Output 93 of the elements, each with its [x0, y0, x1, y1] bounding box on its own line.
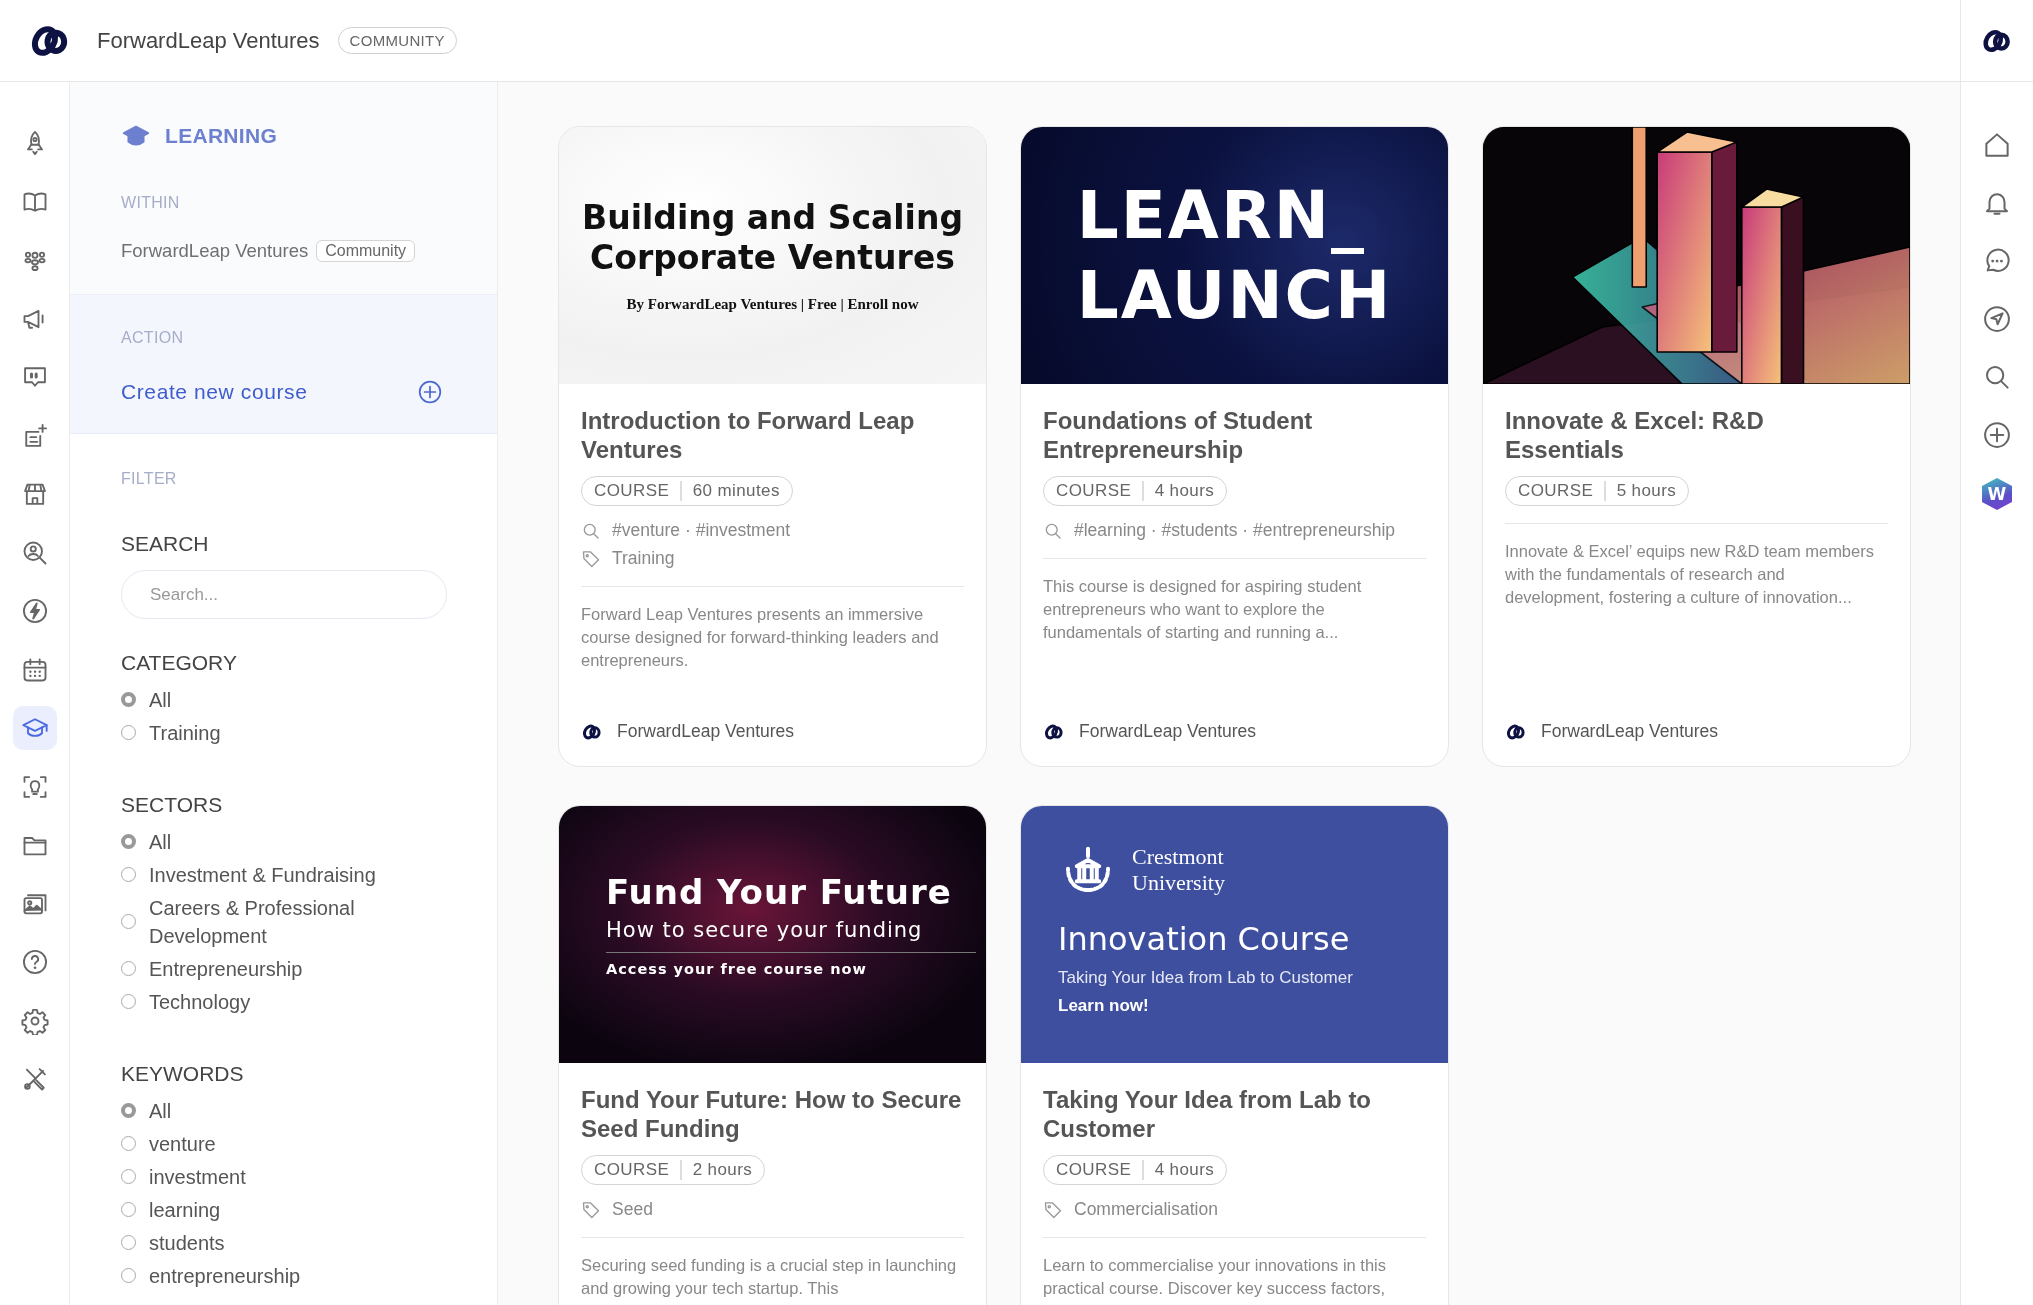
radio-icon[interactable]	[121, 1268, 136, 1283]
course-keywords: #learning · #students · #entrepreneurship	[1074, 520, 1396, 541]
radio-icon[interactable]	[121, 1103, 136, 1118]
action-label: ACTION	[121, 329, 185, 347]
course-title[interactable]: Foundations of Student Entrepreneurship	[1043, 406, 1426, 464]
cover-subheading: Taking Your Idea from Lab to Customer	[1058, 968, 1354, 988]
search-label: SEARCH	[121, 532, 210, 556]
filter-group-title: KEYWORDS	[121, 1062, 245, 1086]
send-icon[interactable]	[1982, 304, 2012, 334]
course-type: COURSE	[1518, 481, 1594, 501]
filter-group-title: CATEGORY	[121, 651, 238, 675]
add-icon[interactable]	[1982, 420, 2012, 450]
course-description: Learn to commercialise your innovations in this practical course. Discover key success factors,	[1043, 1255, 1387, 1299]
community-badge: Community	[316, 240, 416, 262]
course-type: COURSE	[1056, 1160, 1132, 1180]
filter-option[interactable]: Careers & Professional Development	[121, 891, 457, 952]
community-name: ForwardLeap Ventures	[121, 240, 309, 262]
course-card[interactable]	[1020, 126, 1449, 767]
author-name: ForwardLeap Ventures	[1079, 721, 1257, 742]
organization-name: ForwardLeap Ventures	[97, 27, 320, 54]
course-type: COURSE	[594, 1160, 670, 1180]
filter-option[interactable]: learning	[121, 1193, 457, 1226]
course-title[interactable]: Innovate & Excel: R&D Essentials	[1505, 406, 1888, 464]
gear-icon	[20, 1006, 49, 1035]
cover-byline: By ForwardLeap Ventures | Free | Enroll now	[626, 296, 919, 313]
help-icon	[20, 948, 49, 976]
course-card[interactable]	[1482, 126, 1911, 767]
university-name: Crestmont University	[1132, 844, 1226, 896]
radio-icon[interactable]	[121, 692, 136, 707]
course-duration: 5 hours	[1616, 481, 1677, 501]
course-description: Securing seed funding is a crucial step in launching and growing your tech startup. This	[581, 1255, 958, 1299]
radio-icon[interactable]	[121, 994, 136, 1009]
course-type: COURSE	[594, 481, 670, 501]
radio-icon[interactable]	[121, 1202, 136, 1217]
filter-option[interactable]: All	[121, 683, 457, 716]
course-category: Commercialisation	[1074, 1199, 1218, 1220]
cover-link: Learn now!	[1058, 996, 1150, 1016]
course-description: Forward Leap Ventures presents an immersive course designed for forward-thinking leaders and entrepreneurs.	[581, 604, 940, 671]
filter-option[interactable]: students	[121, 1226, 457, 1259]
course-description: This course is designed for aspiring student entrepreneurs who want to explore the fundamentals of starting and running a...	[1043, 576, 1363, 643]
radio-icon[interactable]	[121, 1169, 136, 1184]
search-field[interactable]: Search...	[121, 570, 447, 619]
filter-group-title: SECTORS	[121, 793, 224, 817]
course-keywords: #venture · #investment	[612, 520, 790, 541]
course-category: Training	[612, 548, 675, 569]
radio-icon[interactable]	[121, 867, 136, 882]
radio-icon[interactable]	[121, 961, 136, 976]
radio-icon[interactable]	[121, 834, 136, 849]
cover-heading: Innovation Course	[1058, 920, 1351, 958]
section-title: LEARNING	[165, 124, 278, 148]
radio-icon[interactable]	[121, 725, 136, 740]
plus-circle-icon	[417, 379, 443, 405]
create-course-link[interactable]: Create new course	[121, 379, 457, 405]
filter-option[interactable]: entrepreneurship	[121, 1259, 457, 1292]
cover-heading: Building and Scaling Corporate Ventures	[581, 198, 964, 278]
course-title[interactable]: Taking Your Idea from Lab to Customer	[1043, 1085, 1426, 1143]
course-duration: 4 hours	[1154, 1160, 1215, 1180]
filter-option[interactable]: Training	[121, 716, 457, 749]
app-badge[interactable]: W	[1982, 478, 2012, 510]
course-title[interactable]: Fund Your Future: How to Secure Seed Funding	[581, 1085, 964, 1143]
filter-option[interactable]: venture	[121, 1127, 457, 1160]
course-duration: 60 minutes	[692, 481, 780, 501]
author-name: ForwardLeap Ventures	[617, 721, 795, 742]
cover-heading: Fund Your Future	[606, 872, 953, 912]
filter-option[interactable]: investment	[121, 1160, 457, 1193]
course-type: COURSE	[1056, 481, 1132, 501]
lightning-icon	[20, 597, 49, 625]
radio-icon[interactable]	[121, 1235, 136, 1250]
cover-subheading: How to secure your funding	[606, 918, 976, 953]
tag-icon	[1043, 1199, 1063, 1220]
course-title[interactable]: Introduction to Forward Leap Ventures	[581, 406, 964, 464]
radio-icon[interactable]	[121, 1136, 136, 1151]
course-card[interactable]	[558, 805, 987, 1305]
filter-option[interactable]: Entrepreneurship	[121, 952, 457, 985]
course-duration: 2 hours	[692, 1160, 753, 1180]
filter-option[interactable]: All	[121, 1094, 457, 1127]
filter-option[interactable]: All	[121, 825, 457, 858]
cover-byline: Access your free course now	[606, 961, 868, 977]
tag-icon	[581, 548, 601, 569]
course-description: Innovate & Excel’ equips new R&D team members with the fundamentals of research and development, fostering a culture of innovation...	[1505, 541, 1875, 608]
graduation-cap-nav-button[interactable]	[12, 706, 57, 750]
within-label: WITHIN	[121, 194, 181, 212]
filter-option[interactable]: Investment & Fundraising	[121, 858, 457, 891]
tag-icon	[581, 1199, 601, 1220]
course-category: Seed	[612, 1199, 653, 1220]
cover-heading: LEARN_ LAUNCH	[1076, 175, 1393, 336]
filter-option[interactable]: Technology	[121, 985, 457, 1018]
course-duration: 4 hours	[1154, 481, 1215, 501]
author-name: ForwardLeap Ventures	[1541, 721, 1719, 742]
course-card[interactable]	[558, 126, 987, 767]
course-card[interactable]	[1020, 805, 1449, 1305]
radio-icon[interactable]	[121, 914, 136, 929]
filter-label: FILTER	[121, 470, 178, 488]
